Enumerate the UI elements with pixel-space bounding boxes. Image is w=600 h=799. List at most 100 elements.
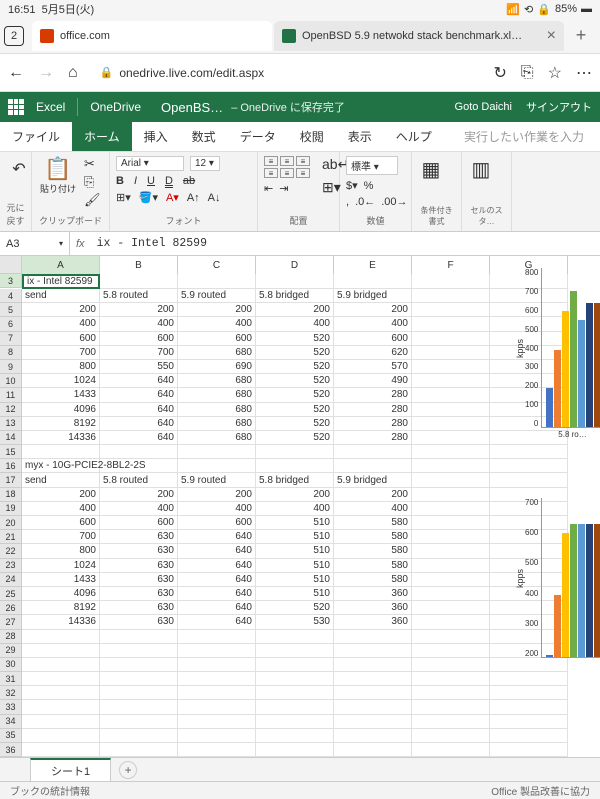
cell-E12[interactable]: 280 [334,403,412,417]
cell-E15[interactable] [334,445,412,459]
cell-B10[interactable]: 640 [100,374,178,388]
cell-E35[interactable] [334,729,412,743]
cell-F14[interactable] [412,431,490,445]
chart-2[interactable]: kpps700600500400300200 [515,498,600,678]
row-header-27[interactable]: 27 [0,615,22,629]
select-all-corner[interactable] [0,256,22,274]
col-header-A[interactable]: A [22,256,100,274]
cell-E34[interactable] [334,715,412,729]
cell-E16[interactable] [334,459,412,473]
back-button[interactable]: ← [8,64,24,82]
decimal-dec-button[interactable]: .00→ [381,196,407,208]
row-header-6[interactable]: 6 [0,317,22,331]
cell-A36[interactable] [22,743,100,757]
cell-style-button[interactable]: ▥ [468,156,494,182]
cell-E26[interactable]: 360 [334,601,412,615]
cell-D25[interactable]: 510 [256,587,334,601]
footer-stats[interactable]: ブックの統計情報 [10,783,90,798]
more-button[interactable]: ⋯ [576,63,592,83]
row-header-3[interactable]: 3 [0,274,22,288]
cell-B13[interactable]: 640 [100,417,178,431]
cell-B29[interactable] [100,644,178,658]
cell-E13[interactable]: 280 [334,417,412,431]
cell-C5[interactable]: 200 [178,303,256,317]
cell-C13[interactable]: 680 [178,417,256,431]
cell-F21[interactable] [412,530,490,544]
fill-color-button[interactable]: 🪣▾ [139,191,158,204]
cell-B11[interactable]: 640 [100,388,178,402]
cell-E33[interactable] [334,700,412,714]
cell-B31[interactable] [100,672,178,686]
cell-C35[interactable] [178,729,256,743]
cell-A22[interactable]: 800 [22,544,100,558]
cell-F8[interactable] [412,346,490,360]
cell-F28[interactable] [412,630,490,644]
name-box[interactable]: A3▾ [0,232,70,255]
close-icon[interactable]: × [547,27,556,45]
copy-button[interactable]: ⎘ [84,174,101,190]
number-format-select[interactable]: 標準 ▾ [346,156,398,175]
cell-F11[interactable] [412,388,490,402]
row-header-32[interactable]: 32 [0,686,22,700]
row-header-33[interactable]: 33 [0,700,22,714]
cell-A25[interactable]: 4096 [22,587,100,601]
cell-C18[interactable]: 200 [178,488,256,502]
col-header-D[interactable]: D [256,256,334,274]
cell-D17[interactable]: 5.8 bridged [256,473,334,487]
cell-D27[interactable]: 530 [256,615,334,629]
cell-B20[interactable]: 600 [100,516,178,530]
tab-file[interactable]: ファイル [0,122,72,151]
strikethrough-button[interactable]: ab [183,175,195,187]
footer-feedback[interactable]: Office 製品改善に協力 [491,783,590,798]
embedded-charts[interactable]: kpps80070060050040030020010005.8 ro… kpp… [515,256,600,708]
tab-help[interactable]: ヘルプ [384,122,444,151]
cell-B21[interactable]: 630 [100,530,178,544]
cell-E22[interactable]: 580 [334,544,412,558]
cell-E11[interactable]: 280 [334,388,412,402]
row-header-34[interactable]: 34 [0,715,22,729]
cell-A26[interactable]: 8192 [22,601,100,615]
cell-E17[interactable]: 5.9 bridged [334,473,412,487]
row-header-36[interactable]: 36 [0,743,22,757]
cell-E7[interactable]: 600 [334,332,412,346]
cell-F4[interactable] [412,289,490,303]
cell-B3[interactable] [100,274,178,289]
cell-C22[interactable]: 640 [178,544,256,558]
cell-B17[interactable]: 5.8 routed [100,473,178,487]
underline-button[interactable]: U [147,175,155,187]
double-underline-button[interactable]: D [165,175,173,187]
cell-E36[interactable] [334,743,412,757]
cell-D28[interactable] [256,630,334,644]
cell-D11[interactable]: 520 [256,388,334,402]
cell-F20[interactable] [412,516,490,530]
add-sheet-button[interactable]: + [119,761,137,779]
cell-E28[interactable] [334,630,412,644]
url-bar[interactable]: 🔒 onedrive.live.com/edit.aspx [92,66,480,80]
cell-D14[interactable]: 520 [256,431,334,445]
cell-C10[interactable]: 680 [178,374,256,388]
cell-B24[interactable]: 630 [100,573,178,587]
cell-A35[interactable] [22,729,100,743]
cell-C16[interactable] [178,459,256,473]
indent-increase-button[interactable]: ⇥ [279,182,288,195]
cell-E8[interactable]: 620 [334,346,412,360]
cell-E4[interactable]: 5.9 bridged [334,289,412,303]
cell-C11[interactable]: 680 [178,388,256,402]
cell-B9[interactable]: 550 [100,360,178,374]
cell-F31[interactable] [412,672,490,686]
conditional-format-button[interactable]: ▦ [418,156,444,182]
cell-A27[interactable]: 14336 [22,615,100,629]
comma-button[interactable]: , [346,196,349,208]
cell-C32[interactable] [178,686,256,700]
font-shrink-button[interactable]: A↓ [208,192,221,204]
cell-D22[interactable]: 510 [256,544,334,558]
cell-E9[interactable]: 570 [334,360,412,374]
cell-F36[interactable] [412,743,490,757]
cell-A5[interactable]: 200 [22,303,100,317]
cell-A29[interactable] [22,644,100,658]
tab-formulas[interactable]: 数式 [180,122,228,151]
cell-B34[interactable] [100,715,178,729]
cell-A9[interactable]: 800 [22,360,100,374]
favorite-button[interactable]: ☆ [548,63,562,83]
cell-D8[interactable]: 520 [256,346,334,360]
